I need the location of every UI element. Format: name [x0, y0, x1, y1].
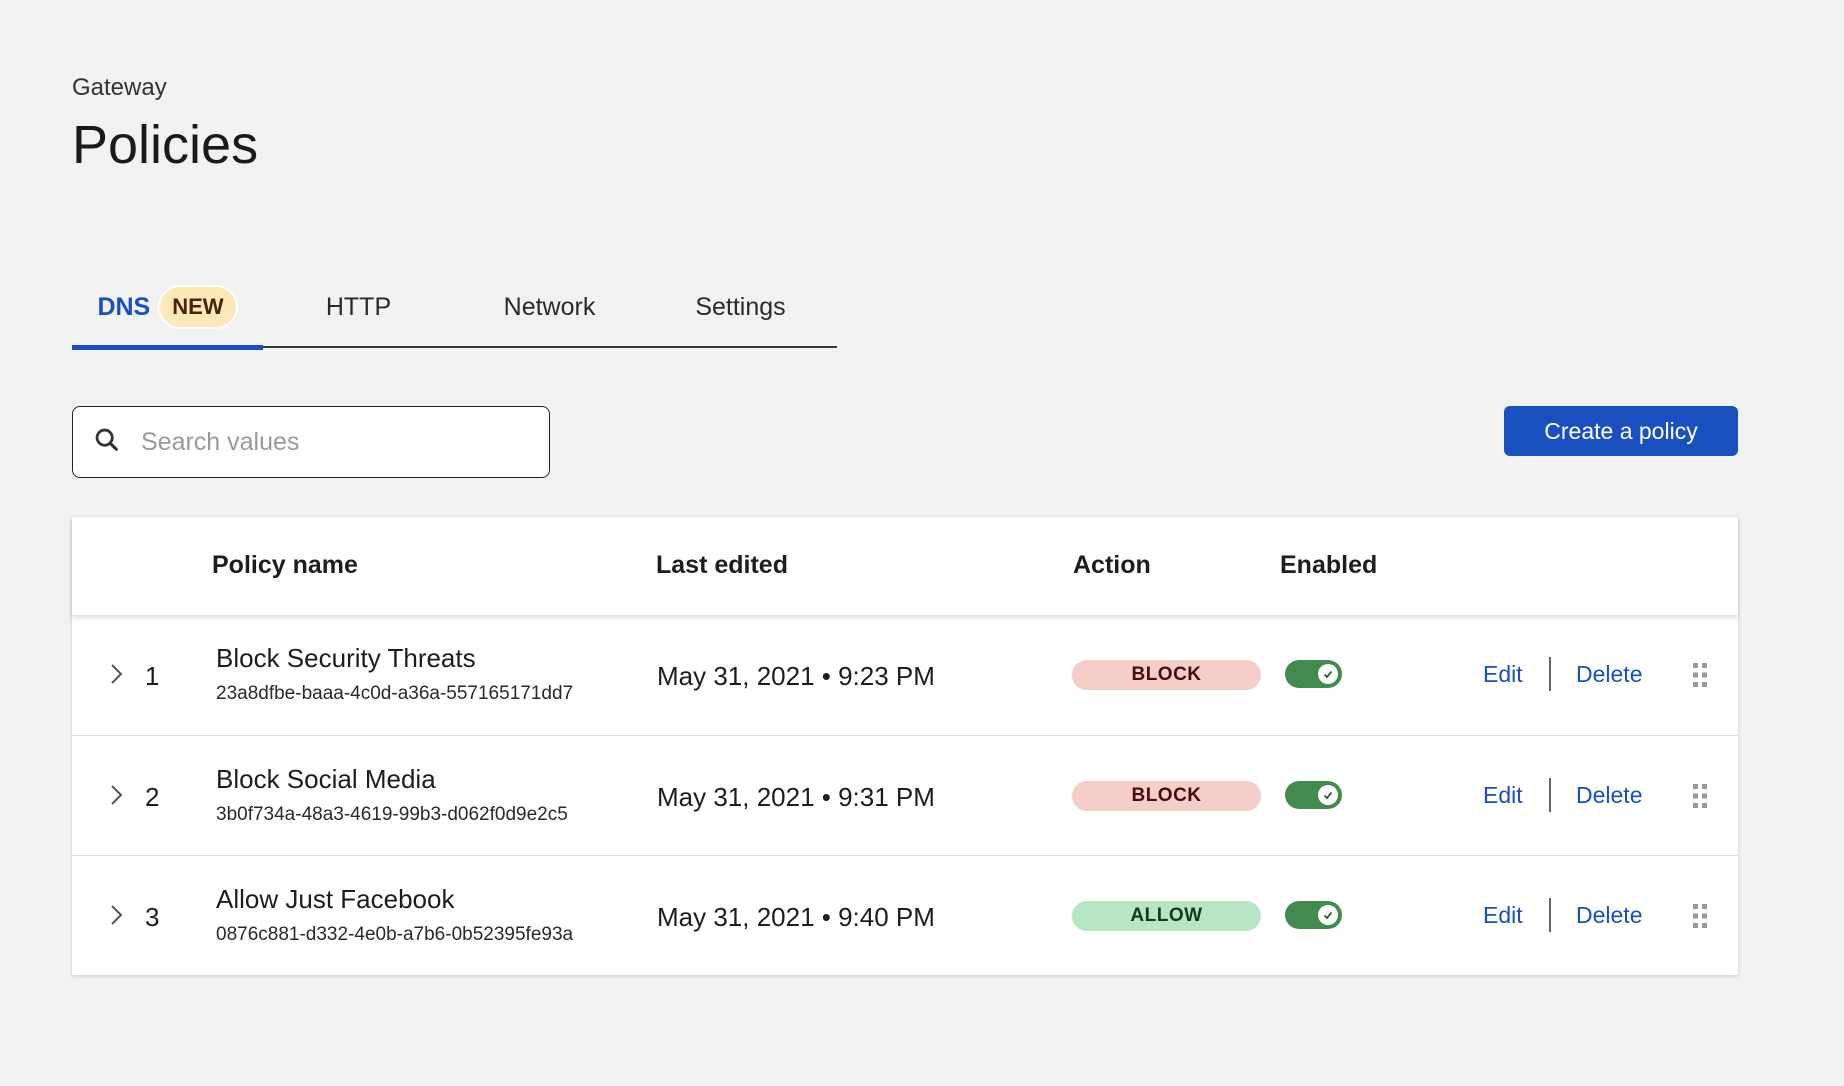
enabled-toggle[interactable]: [1285, 660, 1342, 688]
last-edited: May 31, 2021 • 9:23 PM: [657, 661, 935, 691]
action-divider: [1549, 657, 1551, 691]
policies-table: Policy name Last edited Action Enabled 1…: [72, 517, 1738, 975]
action-divider: [1549, 898, 1551, 932]
check-icon: [1318, 905, 1338, 925]
chevron-right-icon[interactable]: [106, 782, 128, 808]
tab-settings-label: Settings: [695, 292, 786, 321]
check-icon: [1318, 785, 1338, 805]
breadcrumb-gateway: Gateway: [72, 74, 167, 101]
policy-id: 23a8dfbe-baaa-4c0d-a36a-557165171dd7: [216, 683, 574, 704]
table-row: 3 Allow Just Facebook 0876c881-d332-4e0b…: [72, 855, 1738, 975]
drag-handle-icon[interactable]: [1692, 661, 1708, 689]
chevron-right-icon[interactable]: [106, 661, 128, 687]
check-icon: [1318, 664, 1338, 684]
tab-http-label: HTTP: [325, 292, 392, 321]
action-badge: BLOCK: [1072, 781, 1261, 811]
delete-link[interactable]: Delete: [1576, 661, 1642, 688]
search-box[interactable]: [72, 406, 550, 478]
drag-handle-icon[interactable]: [1692, 902, 1708, 930]
row-index: 1: [145, 661, 160, 691]
column-header-enabled[interactable]: Enabled: [1280, 551, 1377, 580]
drag-handle-icon[interactable]: [1692, 782, 1708, 810]
tab-network[interactable]: Network: [454, 268, 645, 346]
table-row: 1 Block Security Threats 23a8dfbe-baaa-4…: [72, 615, 1738, 735]
policy-name: Allow Just Facebook: [216, 884, 455, 914]
table-row: 2 Block Social Media 3b0f734a-48a3-4619-…: [72, 735, 1738, 855]
enabled-toggle[interactable]: [1285, 901, 1342, 929]
table-header: Policy name Last edited Action Enabled: [72, 517, 1738, 615]
search-icon: [93, 426, 121, 459]
tab-dns-label: DNS: [97, 292, 151, 321]
action-badge: ALLOW: [1072, 901, 1261, 931]
policy-id: 3b0f734a-48a3-4619-99b3-d062f0d9e2c5: [216, 804, 568, 825]
edit-link[interactable]: Edit: [1483, 782, 1523, 809]
last-edited: May 31, 2021 • 9:40 PM: [657, 902, 935, 932]
action-badge: BLOCK: [1072, 660, 1261, 690]
row-index: 2: [145, 782, 160, 812]
table-body: 1 Block Security Threats 23a8dfbe-baaa-4…: [72, 615, 1738, 975]
column-header-policy-name[interactable]: Policy name: [212, 551, 358, 580]
policy-name: Block Social Media: [216, 764, 436, 794]
edit-link[interactable]: Edit: [1483, 902, 1523, 929]
policy-name: Block Security Threats: [216, 643, 476, 673]
delete-link[interactable]: Delete: [1576, 782, 1642, 809]
policy-tabs: DNS NEW HTTP Network Settings: [72, 268, 837, 350]
column-header-last-edited[interactable]: Last edited: [656, 551, 788, 580]
search-input[interactable]: [141, 427, 521, 457]
create-policy-button[interactable]: Create a policy: [1504, 406, 1738, 456]
action-divider: [1549, 778, 1551, 812]
tab-settings[interactable]: Settings: [645, 268, 836, 346]
tab-http[interactable]: HTTP: [263, 268, 454, 346]
tab-network-label: Network: [503, 292, 596, 321]
enabled-toggle[interactable]: [1285, 781, 1342, 809]
policy-id: 0876c881-d332-4e0b-a7b6-0b52395fe93a: [216, 924, 574, 945]
chevron-right-icon[interactable]: [106, 902, 128, 928]
row-index: 3: [145, 902, 160, 932]
page-title: Policies: [72, 115, 259, 175]
column-header-action[interactable]: Action: [1073, 551, 1151, 580]
tab-dns[interactable]: DNS NEW: [72, 268, 263, 350]
new-badge: NEW: [158, 285, 238, 329]
edit-link[interactable]: Edit: [1483, 661, 1523, 688]
last-edited: May 31, 2021 • 9:31 PM: [657, 782, 935, 812]
delete-link[interactable]: Delete: [1576, 902, 1642, 929]
